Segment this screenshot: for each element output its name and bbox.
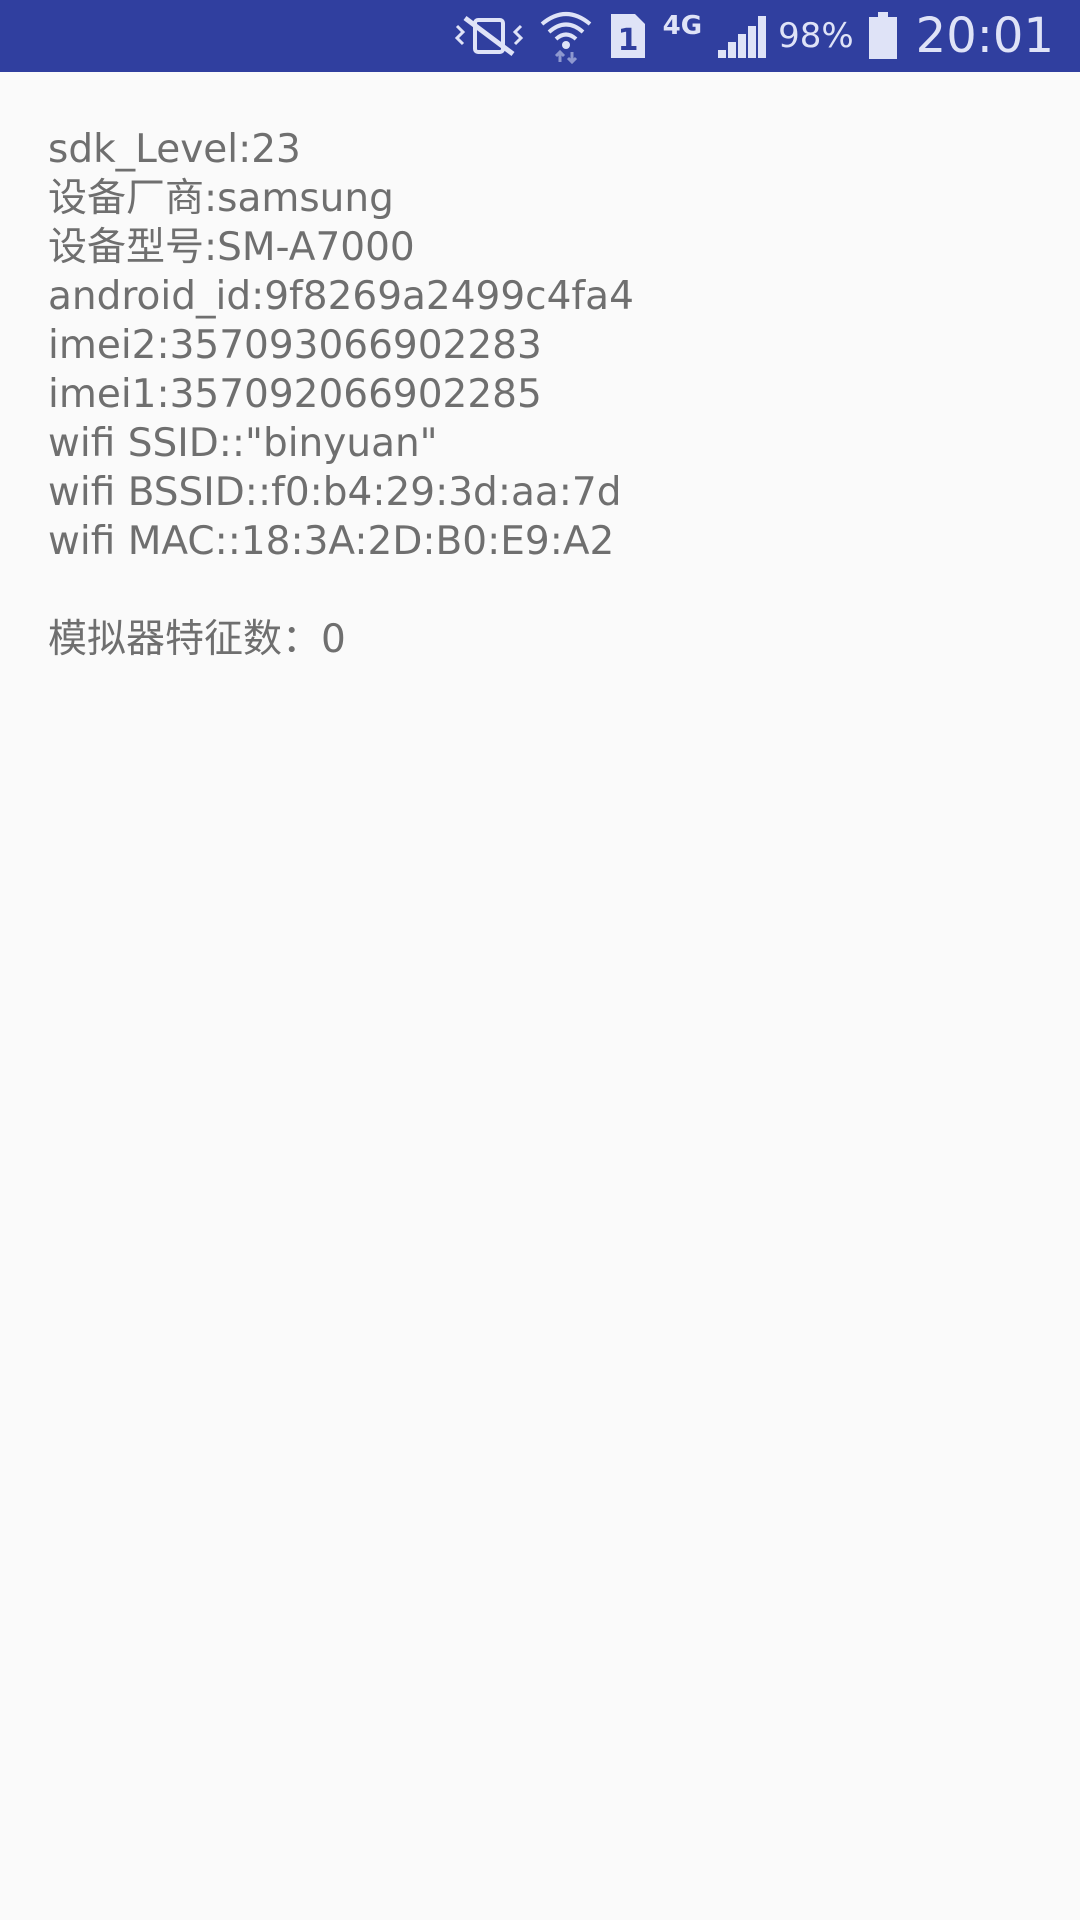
svg-text:1: 1: [617, 23, 638, 58]
device-info: sdk_Level:23 设备厂商:samsung 设备型号:SM-A7000 …: [48, 125, 1028, 664]
network-type: 4G: [662, 11, 703, 41]
sdk-level-text: sdk_Level:23: [48, 127, 301, 172]
imei1-text: imei1:357092066902285: [48, 372, 542, 417]
model-text: 设备型号:SM-A7000: [48, 225, 415, 270]
sim-1-icon: 1: [607, 12, 647, 60]
wifi-icon: [539, 8, 593, 64]
wifi-bssid-text: wifi BSSID::f0:b4:29:3d:aa:7d: [48, 470, 622, 515]
battery-percent: 98%: [778, 16, 854, 56]
battery-icon: [868, 12, 898, 60]
manufacturer-text: 设备厂商:samsung: [48, 176, 394, 221]
android-id-text: android_id:9f8269a2499c4fa4: [48, 274, 634, 319]
imei2-text: imei2:357093066902283: [48, 323, 542, 368]
emulator-feature-count-text: 模拟器特征数：0: [48, 617, 346, 662]
wifi-ssid-text: wifi SSID::"binyuan": [48, 421, 438, 466]
signal-icon: [716, 12, 768, 60]
clock: 20:01: [915, 8, 1054, 64]
status-bar: 1 4G 98% 20:01: [0, 0, 1080, 72]
wifi-mac-text: wifi MAC::18:3A:2D:B0:E9:A2: [48, 519, 615, 564]
vibrate-mute-icon: [453, 12, 525, 60]
